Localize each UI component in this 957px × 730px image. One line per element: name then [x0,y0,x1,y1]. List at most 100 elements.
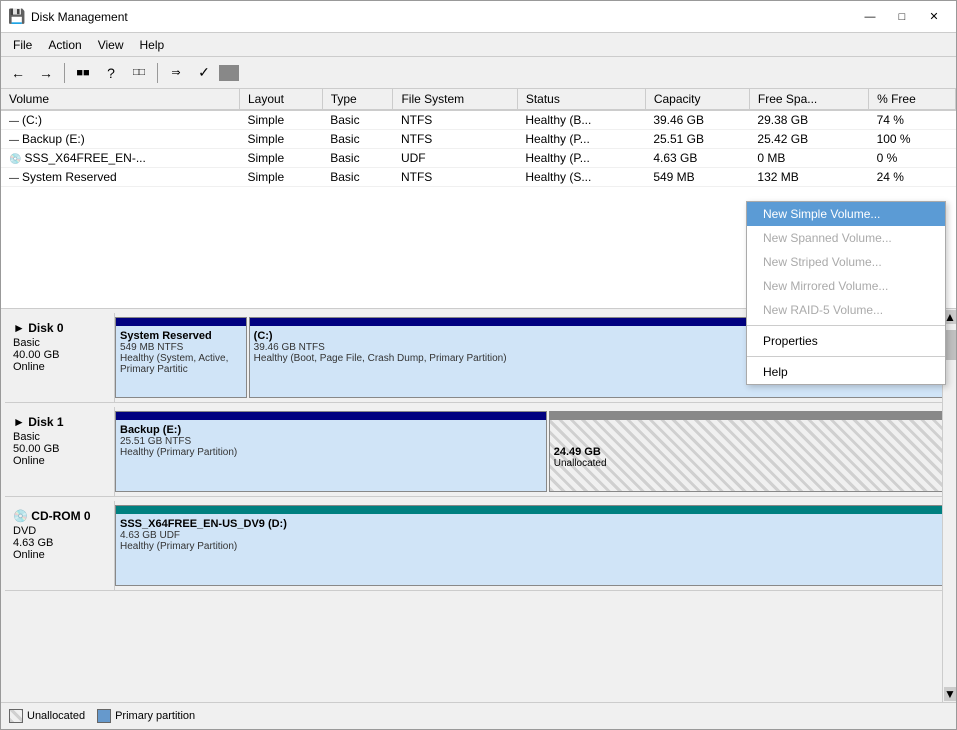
menu-action[interactable]: Action [40,36,89,54]
disk-1-name: ► Disk 1 [13,415,106,429]
disk-0-part-reserved[interactable]: System Reserved 549 MB NTFS Healthy (Sys… [115,317,247,398]
cell-volume: —Backup (E:) [1,130,239,149]
cell-capacity: 4.63 GB [645,149,749,168]
part-header [116,506,947,514]
part-size: 4.63 GB UDF [120,530,943,541]
unalloc-size: 24.49 GB [554,446,943,458]
disk-label-1: ► Disk 1 Basic 50.00 GB Online [5,407,115,496]
ctx-new-striped: New Striped Volume... [747,250,945,274]
unalloc-header [550,412,947,420]
col-type[interactable]: Type [322,89,393,110]
table-row[interactable]: 💿SSS_X64FREE_EN-... Simple Basic UDF Hea… [1,149,956,168]
ctx-help[interactable]: Help [747,360,945,384]
maximize-button[interactable]: □ [888,7,916,27]
table-row[interactable]: —System Reserved Simple Basic NTFS Healt… [1,168,956,187]
cell-type: Basic [322,168,393,187]
cdrom-size: 4.63 GB [13,537,106,549]
app-icon: 💾 [9,9,25,25]
disk-1-unallocated[interactable]: 24.49 GB Unallocated [549,411,948,492]
ctx-sep-2 [747,356,945,357]
cell-capacity: 549 MB [645,168,749,187]
menu-view[interactable]: View [90,36,132,54]
part-status: Healthy (Primary Partition) [120,447,542,458]
volume-table: Volume Layout Type File System Status Ca… [1,89,956,187]
menu-file[interactable]: File [5,36,40,54]
disk-1-status: Online [13,455,106,467]
table-row[interactable]: —(C:) Simple Basic NTFS Healthy (B... 39… [1,110,956,130]
ctx-new-simple[interactable]: New Simple Volume... [747,202,945,226]
forward-button[interactable]: → [33,61,59,85]
legend-box-unallocated [9,709,23,723]
disk-0-type: Basic [13,337,106,349]
legend-bar: Unallocated Primary partition [1,702,956,729]
ctx-sep-1 [747,325,945,326]
col-pctfree[interactable]: % Free [869,89,956,110]
table-row[interactable]: —Backup (E:) Simple Basic NTFS Healthy (… [1,130,956,149]
part-size: 549 MB NTFS [120,342,242,353]
col-volume[interactable]: Volume [1,89,239,110]
context-menu: New Simple Volume... New Spanned Volume.… [746,201,946,385]
cdrom-parts-row: SSS_X64FREE_EN-US_DV9 (D:) 4.63 GB UDF H… [115,505,948,586]
cell-fs: UDF [393,149,517,168]
minimize-button[interactable]: — [856,7,884,27]
cdrom-partitions: SSS_X64FREE_EN-US_DV9 (D:) 4.63 GB UDF H… [115,501,952,590]
cell-type: Basic [322,110,393,130]
toolbar-btn-1[interactable]: ■■ [70,61,96,85]
cdrom-status: Online [13,549,106,561]
col-capacity[interactable]: Capacity [645,89,749,110]
cell-layout: Simple [239,168,322,187]
cell-capacity: 25.51 GB [645,130,749,149]
part-name: System Reserved [120,330,242,342]
toolbar-btn-6[interactable] [219,65,239,81]
close-button[interactable]: ✕ [920,7,948,27]
ctx-properties[interactable]: Properties [747,329,945,353]
col-freespace[interactable]: Free Spa... [749,89,868,110]
cell-status: Healthy (B... [517,110,645,130]
cell-status: Healthy (P... [517,149,645,168]
menu-help[interactable]: Help [132,36,173,54]
toolbar-btn-2[interactable]: ? [98,61,124,85]
cell-pct: 100 % [869,130,956,149]
cell-volume: 💿SSS_X64FREE_EN-... [1,149,239,168]
col-status[interactable]: Status [517,89,645,110]
title-bar: 💾 Disk Management — □ ✕ [1,1,956,33]
cdrom-type: DVD [13,525,106,537]
cell-pct: 74 % [869,110,956,130]
part-name: SSS_X64FREE_EN-US_DV9 (D:) [120,518,943,530]
ctx-new-spanned: New Spanned Volume... [747,226,945,250]
disk-label-0: ► Disk 0 Basic 40.00 GB Online [5,313,115,402]
legend-primary: Primary partition [97,709,195,723]
col-filesystem[interactable]: File System [393,89,517,110]
toolbar-btn-5[interactable]: ✓ [191,61,217,85]
disk-0-size: 40.00 GB [13,349,106,361]
legend-box-primary [97,709,111,723]
cell-free: 132 MB [749,168,868,187]
cell-free: 0 MB [749,149,868,168]
ctx-new-mirrored: New Mirrored Volume... [747,274,945,298]
disk-0-status: Online [13,361,106,373]
toolbar-sep-1 [64,63,65,83]
col-layout[interactable]: Layout [239,89,322,110]
part-name: Backup (E:) [120,424,542,436]
legend-label-primary: Primary partition [115,710,195,722]
back-button[interactable]: ← [5,61,31,85]
unalloc-label: Unallocated [554,458,943,469]
disk-1-type: Basic [13,431,106,443]
part-header [116,412,546,420]
disk-1-part-backup[interactable]: Backup (E:) 25.51 GB NTFS Healthy (Prima… [115,411,547,492]
cdrom-name: 💿 CD-ROM 0 [13,509,106,523]
toolbar-btn-4[interactable]: ⇒ [163,61,189,85]
part-content: SSS_X64FREE_EN-US_DV9 (D:) 4.63 GB UDF H… [120,518,943,552]
scroll-down-arrow[interactable]: ▼ [944,687,956,701]
part-status: Healthy (System, Active, Primary Partiti… [120,353,242,375]
toolbar-btn-3[interactable]: □□ [126,61,152,85]
disk-0-name: ► Disk 0 [13,321,106,335]
unalloc-content: 24.49 GB Unallocated [554,446,943,469]
toolbar: ← → ■■ ? □□ ⇒ ✓ [1,57,956,89]
disk-row-1: ► Disk 1 Basic 50.00 GB Online Backup (E… [5,407,952,497]
cdrom-part-dvd[interactable]: SSS_X64FREE_EN-US_DV9 (D:) 4.63 GB UDF H… [115,505,948,586]
cell-volume: —System Reserved [1,168,239,187]
content-area: Volume Layout Type File System Status Ca… [1,89,956,729]
part-status: Healthy (Primary Partition) [120,541,943,552]
part-size: 25.51 GB NTFS [120,436,542,447]
